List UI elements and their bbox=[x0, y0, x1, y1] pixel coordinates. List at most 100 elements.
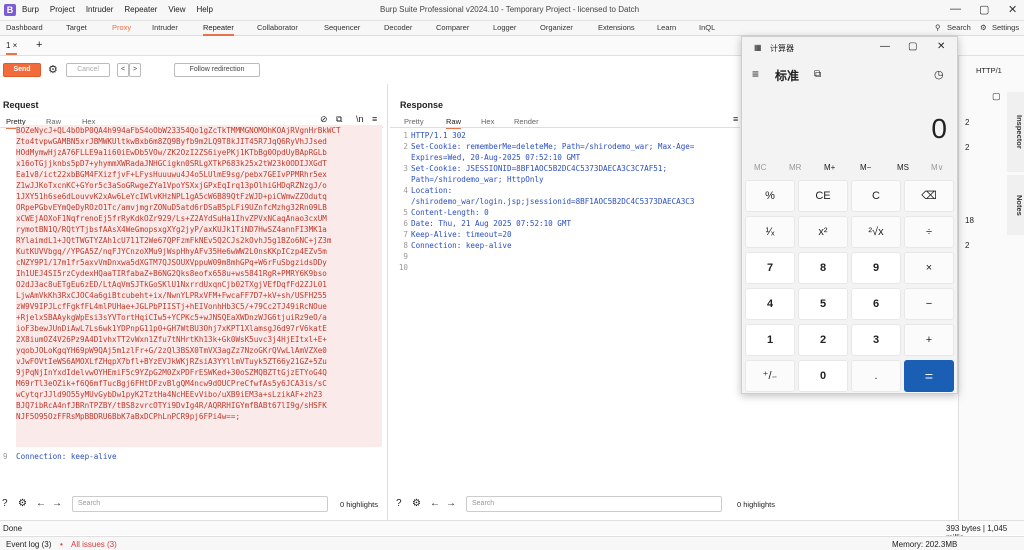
calc-key-clear[interactable]: C bbox=[851, 180, 901, 212]
follow-redirection-button[interactable]: Follow redirection bbox=[174, 63, 260, 77]
tab-intruder[interactable]: Intruder bbox=[152, 23, 178, 32]
response-menu-icon[interactable]: ≡ bbox=[733, 114, 738, 124]
help-icon[interactable]: ? bbox=[2, 498, 8, 509]
calc-key-2[interactable]: 2 bbox=[798, 324, 848, 356]
calc-key-multiply[interactable]: × bbox=[904, 252, 954, 284]
settings-gear-icon[interactable]: ⚙ bbox=[48, 63, 58, 76]
history-icon[interactable]: ◷ bbox=[934, 68, 944, 81]
close-button[interactable]: ✕ bbox=[1008, 3, 1017, 16]
response-editor[interactable]: HTTP/1.1 302 Set-Cookie: rememberMe=delet… bbox=[411, 130, 741, 273]
calc-key-5[interactable]: 5 bbox=[798, 288, 848, 320]
mem-list[interactable]: M∨ bbox=[931, 163, 944, 172]
menu-icon[interactable]: ≡ bbox=[372, 114, 377, 124]
calc-key-negate[interactable]: ⁺/₋ bbox=[745, 360, 795, 392]
cancel-button[interactable]: Cancel bbox=[66, 63, 110, 77]
calc-key-add[interactable]: + bbox=[904, 324, 954, 356]
calc-key-decimal[interactable]: . bbox=[851, 360, 901, 392]
calc-key-percent[interactable]: % bbox=[745, 180, 795, 212]
menu-burp[interactable]: Burp bbox=[22, 5, 39, 14]
forward-icon[interactable]: → bbox=[52, 498, 62, 509]
request-search-gear-icon[interactable]: ⚙ bbox=[18, 498, 27, 509]
newline-icon[interactable]: \n bbox=[356, 114, 364, 124]
back-icon[interactable]: ← bbox=[36, 498, 46, 509]
calc-key-divide[interactable]: ÷ bbox=[904, 216, 954, 248]
event-log-link[interactable]: Event log (3) bbox=[6, 540, 51, 549]
menu-help[interactable]: Help bbox=[197, 5, 213, 14]
maximize-button[interactable]: ▢ bbox=[979, 3, 989, 16]
mem-add[interactable]: M+ bbox=[824, 163, 835, 172]
request-last-line[interactable]: Connection: keep-alive bbox=[16, 451, 117, 462]
tab-organizer[interactable]: Organizer bbox=[540, 23, 573, 32]
tab-extensions[interactable]: Extensions bbox=[598, 23, 635, 32]
calc-key-subtract[interactable]: − bbox=[904, 288, 954, 320]
calc-key-0[interactable]: 0 bbox=[798, 360, 848, 392]
response-tab-render[interactable]: Render bbox=[514, 117, 539, 126]
search-label[interactable]: Search bbox=[947, 23, 971, 32]
response-tab-hex[interactable]: Hex bbox=[481, 117, 494, 126]
tab-repeater[interactable]: Repeater bbox=[203, 23, 234, 36]
copy-icon[interactable]: ⧉ bbox=[336, 114, 342, 125]
calc-key-8[interactable]: 8 bbox=[798, 252, 848, 284]
mem-subtract[interactable]: M− bbox=[860, 163, 871, 172]
response-search-input[interactable]: Search bbox=[466, 496, 722, 512]
mem-clear[interactable]: MC bbox=[754, 163, 766, 172]
response-back-icon[interactable]: ← bbox=[430, 498, 440, 509]
search-icon[interactable]: ⚲ bbox=[935, 23, 941, 32]
mem-recall[interactable]: MR bbox=[789, 163, 801, 172]
calc-key-3[interactable]: 3 bbox=[851, 324, 901, 356]
repeater-tab-1[interactable]: 1 × bbox=[6, 41, 18, 55]
gear-icon[interactable]: ⚙ bbox=[980, 23, 987, 32]
hide-icon[interactable]: ⊘ bbox=[320, 114, 328, 125]
request-editor[interactable]: BOZeNycJ+QL4bObP0QA4h994aFbS4oObW23354Qo… bbox=[16, 125, 382, 447]
send-button[interactable]: Send bbox=[3, 63, 41, 77]
tab-learn[interactable]: Learn bbox=[657, 23, 676, 32]
response-forward-icon[interactable]: → bbox=[446, 498, 456, 509]
response-tab-pretty[interactable]: Pretty bbox=[404, 117, 424, 126]
calc-key-9[interactable]: 9 bbox=[851, 252, 901, 284]
calc-close-button[interactable]: ✕ bbox=[937, 41, 945, 52]
next-button[interactable]: > bbox=[129, 63, 141, 77]
menu-intruder[interactable]: Intruder bbox=[86, 5, 114, 14]
response-search-gear-icon[interactable]: ⚙ bbox=[412, 498, 421, 509]
calc-key-clear-entry[interactable]: CE bbox=[798, 180, 848, 212]
mem-store[interactable]: MS bbox=[897, 163, 909, 172]
calc-key-reciprocal[interactable]: ¹⁄ₓ bbox=[745, 216, 795, 248]
add-tab-button[interactable]: + bbox=[36, 39, 42, 51]
calc-key-7[interactable]: 7 bbox=[745, 252, 795, 284]
tab-logger[interactable]: Logger bbox=[493, 23, 516, 32]
calc-key-backspace[interactable]: ⌫ bbox=[904, 180, 954, 212]
pane-divider[interactable] bbox=[387, 84, 388, 520]
notes-tab[interactable]: Notes bbox=[1007, 175, 1024, 235]
menu-repeater[interactable]: Repeater bbox=[124, 5, 157, 14]
calc-key-square[interactable]: x² bbox=[798, 216, 848, 248]
keep-on-top-icon[interactable]: ⧉ bbox=[814, 69, 821, 80]
prev-button[interactable]: < bbox=[117, 63, 129, 77]
tab-target[interactable]: Target bbox=[66, 23, 87, 32]
all-issues-link[interactable]: All issues (3) bbox=[71, 540, 117, 549]
response-help-icon[interactable]: ? bbox=[396, 498, 402, 509]
tab-decoder[interactable]: Decoder bbox=[384, 23, 412, 32]
menu-view[interactable]: View bbox=[168, 5, 185, 14]
tab-collaborator[interactable]: Collaborator bbox=[257, 23, 298, 32]
calc-key-1[interactable]: 1 bbox=[745, 324, 795, 356]
calc-minimize-button[interactable]: — bbox=[880, 41, 890, 52]
hamburger-menu-icon[interactable]: ≡ bbox=[752, 67, 759, 81]
settings-label[interactable]: Settings bbox=[992, 23, 1019, 32]
tab-dashboard[interactable]: Dashboard bbox=[6, 23, 43, 32]
tab-proxy[interactable]: Proxy bbox=[112, 23, 131, 32]
panel-square-icon[interactable]: ▢ bbox=[992, 91, 1001, 102]
request-search-input[interactable]: Search bbox=[72, 496, 328, 512]
tab-sequencer[interactable]: Sequencer bbox=[324, 23, 360, 32]
http-version-label[interactable]: HTTP/1 bbox=[976, 66, 1002, 75]
calc-key-6[interactable]: 6 bbox=[851, 288, 901, 320]
request-line: xCWEjAOXoF1NqfrenoEj5frRyKdkOZr929/Ls+Z2… bbox=[16, 214, 327, 223]
minimize-button[interactable]: — bbox=[950, 3, 961, 15]
tab-comparer[interactable]: Comparer bbox=[436, 23, 469, 32]
calc-key-equals[interactable]: = bbox=[904, 360, 954, 392]
calc-key-4[interactable]: 4 bbox=[745, 288, 795, 320]
calc-key-sqrt[interactable]: ²√x bbox=[851, 216, 901, 248]
inspector-tab[interactable]: Inspector bbox=[1007, 92, 1024, 172]
tab-inql[interactable]: InQL bbox=[699, 23, 715, 32]
menu-project[interactable]: Project bbox=[50, 5, 75, 14]
calc-maximize-button[interactable]: ▢ bbox=[908, 41, 917, 52]
